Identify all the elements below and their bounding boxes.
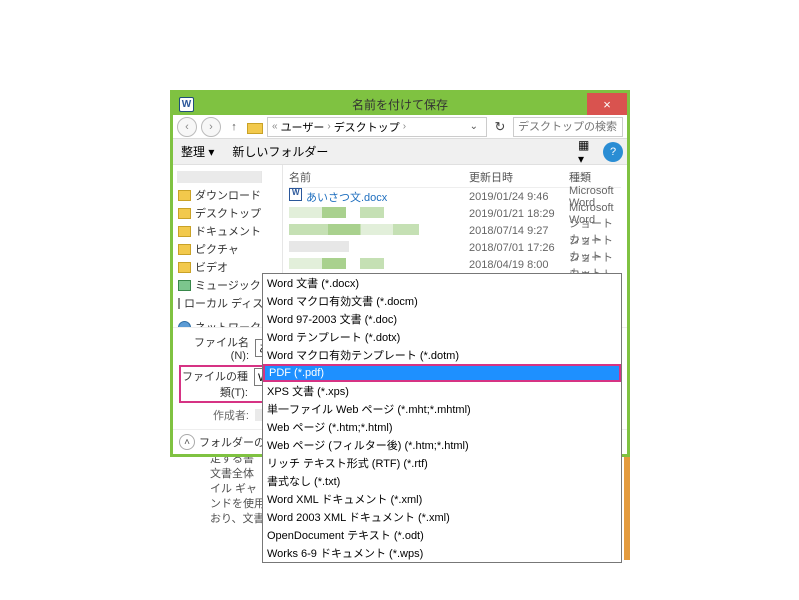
file-date: 2018/04/19 8:00 <box>469 259 569 271</box>
author-label: 作成者: <box>179 407 255 423</box>
sidebar-item-desktop[interactable]: デスクトップ <box>177 204 278 222</box>
file-date: 2018/07/14 9:27 <box>469 225 569 237</box>
drive-icon <box>178 298 180 309</box>
new-folder-button[interactable]: 新しいフォルダー <box>232 143 328 160</box>
folder-icon <box>247 120 263 134</box>
blurred-filename <box>289 207 384 218</box>
up-button[interactable]: ↑ <box>225 118 243 136</box>
blurred-filename <box>289 224 419 235</box>
network-icon <box>178 321 191 328</box>
col-date[interactable]: 更新日時 <box>469 169 569 185</box>
filetype-option[interactable]: Word テンプレート (*.dotx) <box>263 328 621 346</box>
sidebar-item-label: ダウンロード <box>195 187 261 203</box>
breadcrumb[interactable]: « ユーザー › デスクトップ › ⌄ <box>267 117 487 137</box>
filetype-option[interactable]: OpenDocument テキスト (*.odt) <box>263 526 621 544</box>
back-button[interactable]: ‹ <box>177 117 197 137</box>
sidebar-item-label: ネットワーク <box>195 319 261 327</box>
nav-bar: ‹ › ↑ « ユーザー › デスクトップ › ⌄ ↻ <box>173 115 627 139</box>
crumb-dropdown[interactable]: ⌄ <box>466 121 482 132</box>
filetype-option[interactable]: XPS 文書 (*.xps) <box>263 382 621 400</box>
filetype-option[interactable]: リッチ テキスト形式 (RTF) (*.rtf) <box>263 454 621 472</box>
filetype-option[interactable]: 書式なし (*.txt) <box>263 472 621 490</box>
file-date: 2019/01/24 9:46 <box>469 191 569 203</box>
filetype-option[interactable]: Word 文書 (*.docx) <box>263 274 621 292</box>
filetype-option[interactable]: Web ページ (*.htm;*.html) <box>263 418 621 436</box>
dialog-title: 名前を付けて保存 <box>173 96 627 113</box>
col-name[interactable]: 名前 <box>289 169 469 185</box>
file-name: あいさつ文.docx <box>306 192 387 204</box>
file-date: 2018/07/01 17:26 <box>469 242 569 254</box>
folder-icon <box>178 262 191 273</box>
filetype-option[interactable]: Word マクロ有効テンプレート (*.dotm) <box>263 346 621 364</box>
sidebar-item-pictures[interactable]: ピクチャ <box>177 240 278 258</box>
filetype-option[interactable]: 単一ファイル Web ページ (*.mht;*.mhtml) <box>263 400 621 418</box>
blurred-filename <box>289 241 349 252</box>
filename-label: ファイル名(N): <box>179 334 255 362</box>
collapse-folders-button[interactable]: ˄ <box>179 434 195 450</box>
folder-icon <box>178 244 191 255</box>
sidebar-item-label: ビデオ <box>195 259 228 275</box>
col-type[interactable]: 種類 <box>569 169 621 185</box>
forward-button[interactable]: › <box>201 117 221 137</box>
organize-button[interactable]: 整理 ▾ <box>181 143 214 160</box>
filetype-option[interactable]: Web ページ (フィルター後) (*.htm;*.html) <box>263 436 621 454</box>
sidebar-item-label: ドキュメント <box>195 223 261 239</box>
filetype-option[interactable]: Word 2003 XML ドキュメント (*.xml) <box>263 508 621 526</box>
filetype-option[interactable]: Word 97-2003 文書 (*.doc) <box>263 310 621 328</box>
filetype-option[interactable]: Works 6-9 ドキュメント (*.wps) <box>263 544 621 562</box>
crumb-desktop[interactable]: デスクトップ <box>334 119 400 135</box>
sidebar-item-label: ピクチャ <box>195 241 239 257</box>
help-button[interactable]: ? <box>603 142 623 162</box>
view-button[interactable]: ▦ ▾ <box>577 142 599 162</box>
crumb-sep: « <box>272 121 278 132</box>
filetype-label: ファイルの種類(T): <box>182 368 254 400</box>
filetype-dropdown[interactable]: Word 文書 (*.docx)Word マクロ有効文書 (*.docm)Wor… <box>262 273 622 563</box>
crumb-users[interactable]: ユーザー <box>281 119 325 135</box>
blurred-filename <box>289 258 384 269</box>
sidebar-item-label: デスクトップ <box>195 205 261 221</box>
toolbar: 整理 ▾ 新しいフォルダー ▦ ▾ ? <box>173 139 627 165</box>
close-button[interactable]: × <box>587 93 627 115</box>
sidebar-item-documents[interactable]: ドキュメント <box>177 222 278 240</box>
blurred-sidebar-item <box>177 171 262 183</box>
docx-icon <box>289 188 302 201</box>
titlebar: W 名前を付けて保存 × <box>173 93 627 115</box>
music-icon <box>178 280 191 291</box>
refresh-button[interactable]: ↻ <box>491 118 509 136</box>
search-input[interactable] <box>513 117 623 137</box>
file-date: 2019/01/21 18:29 <box>469 208 569 220</box>
sidebar-item-label: ミュージック <box>195 277 261 293</box>
folder-icon <box>178 226 191 237</box>
folder-icon <box>178 190 191 201</box>
crumb-sep: › <box>327 121 330 132</box>
crumb-sep: › <box>403 121 406 132</box>
filetype-option[interactable]: Word XML ドキュメント (*.xml) <box>263 490 621 508</box>
sidebar-item-downloads[interactable]: ダウンロード <box>177 186 278 204</box>
filetype-option[interactable]: Word マクロ有効文書 (*.docm) <box>263 292 621 310</box>
folder-icon <box>178 208 191 219</box>
filetype-option[interactable]: PDF (*.pdf) <box>263 364 621 382</box>
